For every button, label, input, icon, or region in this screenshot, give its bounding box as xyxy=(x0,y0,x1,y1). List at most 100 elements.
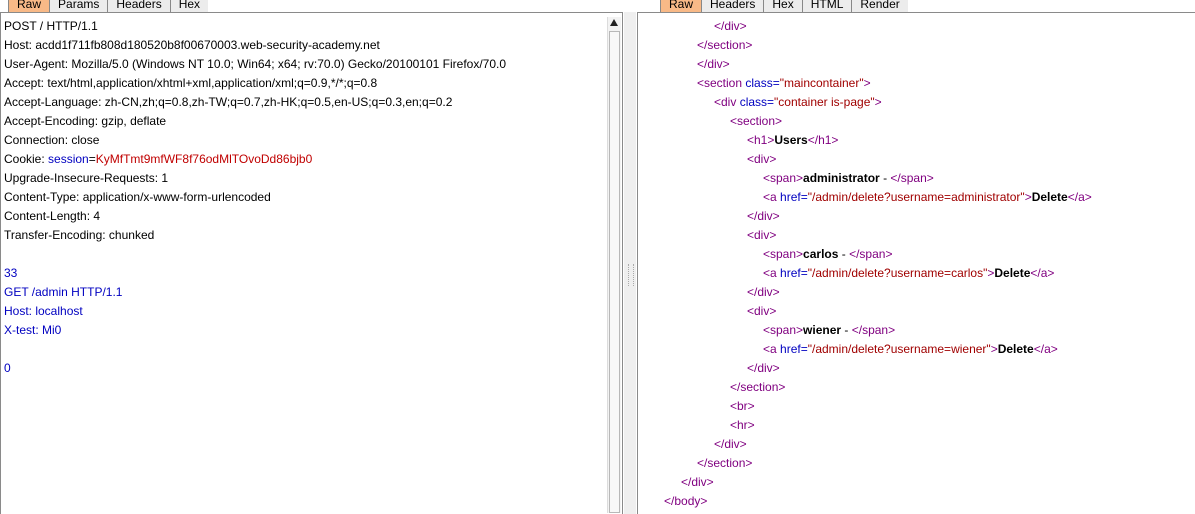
attribute-value: "maincontainer" xyxy=(779,76,864,90)
tag-markup: </div> xyxy=(747,209,780,223)
header-upgrade-insecure: Upgrade-Insecure-Requests: 1 xyxy=(4,171,169,185)
element-text: carlos xyxy=(803,247,839,261)
tag-markup: <br> xyxy=(730,399,755,413)
element-text: Delete xyxy=(994,266,1031,280)
tab-hex-request[interactable]: Hex xyxy=(169,0,209,12)
response-line: </div> xyxy=(664,283,1092,302)
response-line: <br> xyxy=(664,397,1092,416)
separator-text: - xyxy=(838,247,850,261)
response-line: </body> xyxy=(664,492,1092,511)
tag-markup: </div> xyxy=(747,285,780,299)
tab-params[interactable]: Params xyxy=(49,0,109,12)
scroll-thumb[interactable] xyxy=(609,31,620,513)
closing-tag: </a> xyxy=(1030,266,1055,280)
tab-raw-response[interactable]: Raw xyxy=(660,0,703,12)
tag-markup: </div> xyxy=(747,361,780,375)
tag-markup: <section xyxy=(697,76,743,90)
response-line: <div> xyxy=(664,302,1092,321)
closing-tag: </span> xyxy=(890,171,934,185)
element-text: wiener xyxy=(803,323,842,337)
tab-headers-request[interactable]: Headers xyxy=(107,0,171,12)
splitter-grip-icon[interactable] xyxy=(628,264,634,286)
request-vertical-scrollbar[interactable] xyxy=(607,17,621,513)
tag-markup: <span> xyxy=(763,247,804,261)
tag-markup: <span> xyxy=(763,323,804,337)
tag-markup: </div> xyxy=(681,475,714,489)
header-user-agent: User-Agent: Mozilla/5.0 (Windows NT 10.0… xyxy=(4,57,507,71)
header-host: Host: acdd1f711fb808d180520b8f00670003.w… xyxy=(4,38,380,52)
scroll-up-arrow-icon[interactable] xyxy=(610,19,618,26)
header-cookie: Cookie: session=KyMfTmt9mfWF8f76odMlTOvo… xyxy=(4,150,606,169)
attribute-name: class= xyxy=(736,95,775,109)
tag-markup: <span> xyxy=(763,171,804,185)
tag-markup: </section> xyxy=(697,456,753,470)
closing-tag: </span> xyxy=(849,247,893,261)
element-text: administrator xyxy=(803,171,880,185)
header-accept: Accept: text/html,application/xhtml+xml,… xyxy=(4,76,378,90)
response-line: <section class="maincontainer"> xyxy=(664,74,1092,93)
tag-close: > xyxy=(1024,190,1032,204)
tag-markup: </div> xyxy=(714,437,747,451)
header-transfer-encoding: Transfer-Encoding: chunked xyxy=(4,228,155,242)
attribute-name: class= xyxy=(742,76,780,90)
cookie-equals: = xyxy=(88,152,96,166)
response-line: <hr> xyxy=(664,416,1092,435)
tag-markup: </div> xyxy=(697,57,730,71)
header-accept-encoding: Accept-Encoding: gzip, deflate xyxy=(4,114,167,128)
response-line: <a href="/admin/delete?username=wiener">… xyxy=(664,340,1092,359)
response-line: </div> xyxy=(664,17,1092,36)
response-line: <a href="/admin/delete?username=administ… xyxy=(664,188,1092,207)
request-editor-pane[interactable]: POST / HTTP/1.1 Host: acdd1f711fb808d180… xyxy=(0,12,623,514)
closing-tag: </a> xyxy=(1067,190,1092,204)
tab-hex-response[interactable]: Hex xyxy=(763,0,803,12)
attribute-value: "/admin/delete?username=wiener" xyxy=(807,342,991,356)
tab-headers-response[interactable]: Headers xyxy=(701,0,765,12)
cookie-value: KyMfTmt9mfWF8f76odMlTOvoDd86bjb0 xyxy=(95,152,313,166)
tag-markup: </section> xyxy=(730,380,786,394)
element-text: Users xyxy=(774,133,808,147)
response-viewer-pane[interactable]: </div> </section> </div> <section class="ma… xyxy=(637,12,1195,514)
response-line: </section> xyxy=(664,36,1092,55)
body-smuggled-host: Host: localhost xyxy=(4,304,83,318)
tag-markup: </body> xyxy=(664,494,708,508)
body-final-chunk: 0 xyxy=(4,361,11,375)
element-text: Delete xyxy=(1031,190,1068,204)
tab-raw-request[interactable]: Raw xyxy=(8,0,51,12)
response-line: <a href="/admin/delete?username=carlos">… xyxy=(664,264,1092,283)
response-line: <div> xyxy=(664,226,1092,245)
attribute-name: href= xyxy=(776,266,808,280)
body-chunk-size: 33 xyxy=(4,266,18,280)
header-content-type: Content-Type: application/x-www-form-url… xyxy=(4,190,271,204)
request-editor[interactable]: POST / HTTP/1.1 Host: acdd1f711fb808d180… xyxy=(4,17,606,378)
tab-render[interactable]: Render xyxy=(851,0,908,12)
attribute-value: "container is-page" xyxy=(774,95,875,109)
response-line: <div class="container is-page"> xyxy=(664,93,1092,112)
response-tabbar: Raw Headers Hex HTML Render xyxy=(660,0,908,12)
request-tabbar: Raw Params Headers Hex xyxy=(8,0,209,12)
tag-close: > xyxy=(990,342,998,356)
pane-splitter[interactable] xyxy=(624,12,636,514)
response-line: </div> xyxy=(664,435,1092,454)
closing-tag: </a> xyxy=(1033,342,1058,356)
tag-close: > xyxy=(863,76,871,90)
request-line: POST / HTTP/1.1 xyxy=(4,19,98,33)
response-line: <div> xyxy=(664,150,1092,169)
attribute-name: href= xyxy=(776,190,808,204)
response-line: </div> xyxy=(664,55,1092,74)
cookie-header-name: Cookie: xyxy=(4,152,49,166)
attribute-value: "/admin/delete?username=administrator" xyxy=(807,190,1025,204)
response-editor[interactable]: </div> </section> </div> <section class="ma… xyxy=(664,17,1092,511)
response-line: </div> xyxy=(664,359,1092,378)
response-line: <span>carlos - </span> xyxy=(664,245,1092,264)
response-line: <h1>Users</h1> xyxy=(664,131,1092,150)
tag-markup: </div> xyxy=(714,19,747,33)
response-line: </section> xyxy=(664,378,1092,397)
closing-tag: </h1> xyxy=(807,133,839,147)
element-text: Delete xyxy=(997,342,1034,356)
tab-html[interactable]: HTML xyxy=(801,0,853,12)
tag-markup: </section> xyxy=(697,38,753,52)
response-line: <section> xyxy=(664,112,1092,131)
attribute-value: "/admin/delete?username=carlos" xyxy=(807,266,988,280)
header-accept-language: Accept-Language: zh-CN,zh;q=0.8,zh-TW;q=… xyxy=(4,95,453,109)
